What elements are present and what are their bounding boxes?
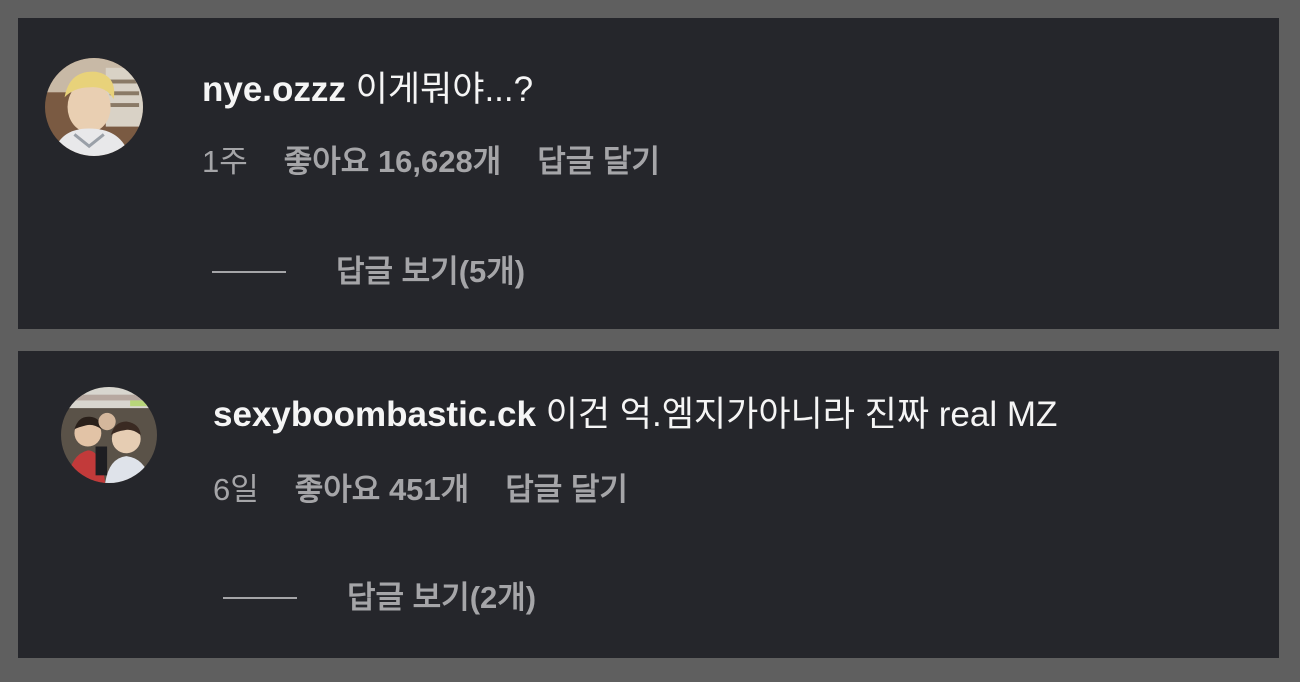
avatar[interactable] [45, 58, 143, 156]
replies-divider-line [212, 270, 286, 273]
likes-count[interactable]: 좋아요 451개 [295, 472, 469, 507]
view-replies-button[interactable]: 답글 보기(5개) [212, 254, 525, 290]
comment-text-line: sexyboombastic.ck 이건 억.엠지가아니라 진짜 real MZ [213, 395, 1057, 435]
username[interactable]: nye.ozzz [202, 70, 346, 109]
reply-button[interactable]: 답글 달기 [505, 472, 628, 507]
avatar-image [61, 387, 157, 483]
comment-card: sexyboombastic.ck 이건 억.엠지가아니라 진짜 real MZ… [18, 351, 1279, 658]
comment-text-line: nye.ozzz 이게뭐야...? [202, 70, 533, 110]
timestamp[interactable]: 6일 [213, 472, 259, 507]
reply-button[interactable]: 답글 달기 [537, 144, 660, 179]
avatar-image [45, 58, 143, 156]
timestamp[interactable]: 1주 [202, 144, 248, 179]
likes-count[interactable]: 좋아요 16,628개 [284, 144, 502, 179]
comment-text: 이건 억.엠지가아니라 진짜 real MZ [545, 395, 1058, 434]
view-replies-label: 답글 보기(2개) [347, 580, 537, 615]
avatar[interactable] [61, 387, 157, 483]
comment-meta: 1주 좋아요 16,628개 답글 달기 [202, 144, 660, 180]
view-replies-button[interactable]: 답글 보기(2개) [223, 580, 536, 616]
comment-meta: 6일 좋아요 451개 답글 달기 [213, 472, 628, 508]
comment-card: nye.ozzz 이게뭐야...? 1주 좋아요 16,628개 답글 달기 답글 … [18, 18, 1279, 329]
view-replies-label: 답글 보기(5개) [336, 254, 526, 289]
replies-divider-line [223, 596, 297, 599]
username[interactable]: sexyboombastic.ck [213, 395, 536, 434]
comment-text: 이게뭐야...? [355, 70, 534, 109]
